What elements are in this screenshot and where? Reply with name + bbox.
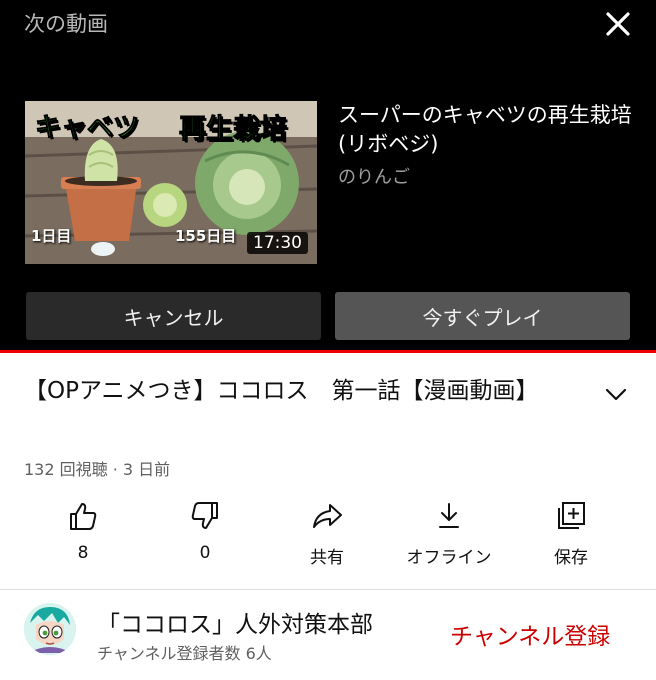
progress-bar — [0, 350, 656, 353]
thumbnail-day-right: 155日目 — [175, 227, 237, 245]
action-bar: 8 0 共有 オフライン 保存 — [0, 500, 656, 572]
video-meta: 132 回視聴 · 3 日前 — [24, 460, 171, 479]
cancel-button[interactable]: キャンセル — [26, 292, 321, 340]
save-label: 保存 — [554, 548, 588, 568]
next-video-title[interactable]: スーパーのキャベツの再生栽培(リボベジ) — [338, 101, 638, 159]
play-now-button[interactable]: 今すぐプレイ — [335, 292, 630, 340]
next-video-channel: のりんご — [338, 167, 410, 188]
offline-button[interactable]: オフライン — [389, 500, 509, 572]
thumbs-up-icon — [70, 503, 97, 530]
share-label: 共有 — [310, 548, 344, 568]
thumbnail-day-left: 1日目 — [31, 227, 72, 245]
subscriber-count: チャンネル登録者数 6人 — [97, 644, 272, 663]
like-count: 8 — [77, 543, 89, 563]
channel-avatar[interactable] — [24, 603, 76, 655]
divider — [0, 589, 656, 590]
add-to-playlist-icon — [558, 502, 585, 529]
thumbnail-headline-left: キャベツ — [34, 113, 140, 144]
share-icon — [313, 504, 342, 528]
avatar-image — [24, 603, 76, 655]
thumbnail-headline-right: 再生栽培 — [179, 114, 288, 146]
like-button[interactable]: 8 — [23, 500, 143, 572]
next-video-thumbnail[interactable]: キャベツ 再生栽培 1日目 155日目 17:30 — [25, 101, 317, 264]
download-icon — [439, 503, 459, 528]
subscribe-button[interactable]: チャンネル登録 — [450, 617, 610, 651]
dislike-count: 0 — [199, 543, 211, 563]
video-title: 【OPアニメつき】ココロス 第一話【漫画動画】 — [24, 378, 539, 404]
chevron-down-icon[interactable] — [602, 380, 630, 408]
thumbs-down-icon — [191, 502, 218, 529]
up-next-header: 次の動画 — [24, 12, 108, 36]
offline-label: オフライン — [406, 548, 492, 568]
channel-name[interactable]: 「ココロス」人外対策本部 — [97, 605, 373, 639]
save-button[interactable]: 保存 — [511, 500, 631, 572]
dislike-button[interactable]: 0 — [145, 500, 265, 572]
close-icon[interactable] — [600, 6, 636, 42]
up-next-panel: 次の動画 キャベツ 再生栽培 1日目 155日目 17:30 スーパーのキャベツ… — [0, 0, 656, 352]
duration-badge: 17:30 — [247, 232, 308, 254]
share-button[interactable]: 共有 — [267, 500, 387, 572]
